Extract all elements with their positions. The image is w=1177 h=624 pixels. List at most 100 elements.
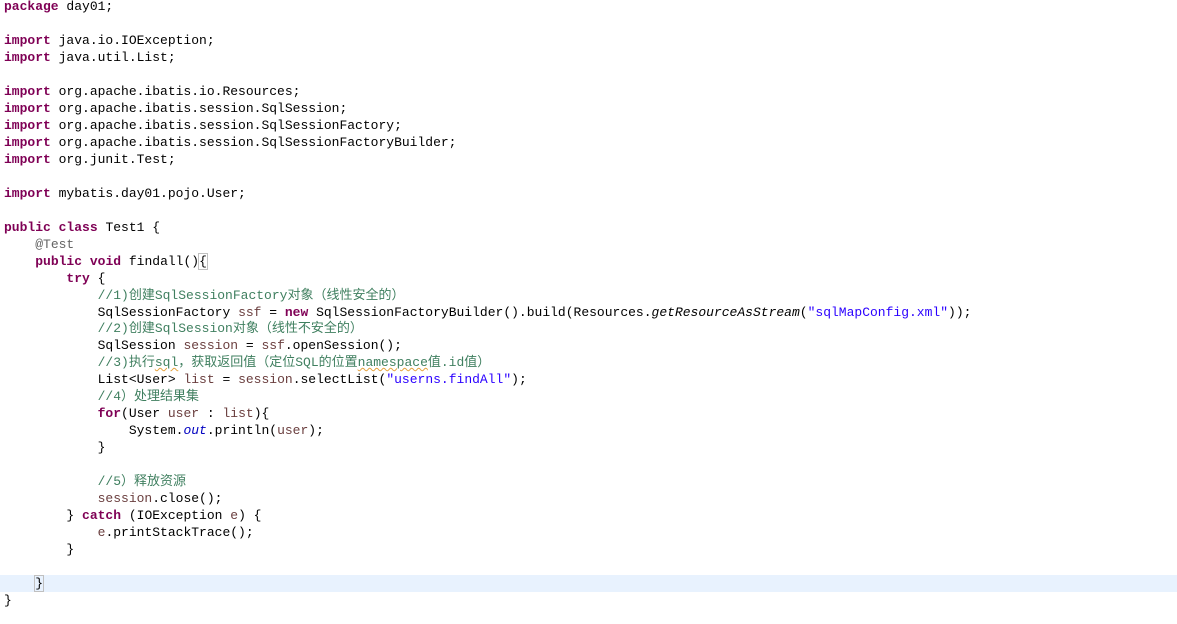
code-line-statement: SqlSession session = ssf.openSession(); [4,337,402,354]
matching-bracket: { [198,253,208,270]
type-name: List<User> [97,372,184,387]
code-line-current: } [0,575,1177,592]
code-line-import: import mybatis.day01.pojo.User; [4,185,246,202]
paren: ( [799,305,808,320]
comment-text: 值.id值） [427,355,491,370]
local-variable-ref: session [238,372,293,387]
code-line-import: import java.util.List; [4,49,176,66]
import-path: org.apache.ibatis.session.SqlSessionFact… [50,135,457,150]
keyword-public: public [4,220,51,235]
keyword-import: import [4,84,51,99]
method-call: .selectList( [292,372,387,387]
static-method: getResourceAsStream [651,305,800,320]
import-path: java.util.List; [50,50,176,65]
code-line-statement: SqlSessionFactory ssf = new SqlSessionFa… [4,304,972,321]
local-variable: ssf [238,305,262,320]
for-close: ){ [253,406,270,421]
static-field: out [183,423,207,438]
assign-op: = [261,305,285,320]
local-variable: list [183,372,215,387]
close-brace: } [4,593,12,608]
catch-close: ) { [238,508,262,523]
code-line-statement: System.out.println(user); [4,422,324,439]
type-name: SqlSession [97,338,184,353]
class-name: Test1 { [97,220,161,235]
code-line-comment: //3)执行sql，获取返回值（定位SQL的位置namespace值.id值） [4,354,491,371]
code-line-brace: } [4,592,12,609]
code-line-class-declaration: public class Test1 { [4,219,160,236]
keyword-for: for [97,406,122,421]
keyword-catch: catch [82,508,122,523]
package-name: day01; [58,0,114,14]
local-variable: e [230,508,239,523]
local-variable-ref: session [97,491,153,506]
code-editor[interactable]: package day01; import java.io.IOExceptio… [0,0,1177,624]
local-variable: session [183,338,239,353]
code-line-statement: session.close(); [4,490,223,507]
import-path: mybatis.day01.pojo.User; [50,186,246,201]
keyword-import: import [4,135,51,150]
import-path: org.apache.ibatis.session.SqlSession; [50,101,348,116]
code-line-annotation: @Test [4,236,74,253]
catch-brace: } [66,508,83,523]
keyword-import: import [4,101,51,116]
keyword-import: import [4,50,51,65]
assign-op: = [214,372,239,387]
keyword-import: import [4,118,51,133]
for-colon: : [199,406,223,421]
code-line-comment: //2)创建SqlSession对象（线性不安全的） [4,320,363,337]
statement-end: )); [948,305,972,320]
for-open: (User [121,406,168,421]
import-path: java.io.IOException; [50,33,215,48]
expression: SqlSessionFactoryBuilder().build(Resourc… [308,305,652,320]
annotation-test: @Test [35,237,75,252]
type-name: SqlSessionFactory [97,305,239,320]
class-ref: System. [128,423,184,438]
keyword-import: import [4,186,51,201]
code-line-for: for(User user : list){ [4,405,270,422]
code-line-import: import org.apache.ibatis.io.Resources; [4,83,300,100]
code-line-import: import java.io.IOException; [4,32,215,49]
code-line-import: import org.junit.Test; [4,151,176,168]
keyword-void: void [89,254,122,269]
comment-text: //3)执行 [97,355,155,370]
try-brace: { [89,271,106,286]
keyword-class: class [58,220,98,235]
code-line-import: import org.apache.ibatis.session.SqlSess… [4,117,402,134]
comment-step5: //5）释放资源 [97,474,187,489]
keyword-try: try [66,271,90,286]
close-brace: } [97,440,106,455]
matching-bracket: } [34,575,45,592]
code-line-import: import org.apache.ibatis.session.SqlSess… [4,134,456,151]
string-literal: "sqlMapConfig.xml" [807,305,949,320]
string-literal: "userns.findAll" [386,372,512,387]
keyword-import: import [4,152,51,167]
code-line-statement: List<User> list = session.selectList("us… [4,371,527,388]
catch-open: (IOException [121,508,231,523]
comment-step2: //2)创建SqlSession对象（线性不安全的） [97,321,363,336]
import-path: org.apache.ibatis.io.Resources; [50,84,301,99]
local-variable: user [167,406,200,421]
statement-end: ); [511,372,527,387]
local-variable-ref: ssf [261,338,285,353]
code-line-brace: } [4,541,74,558]
statement-end: ); [308,423,324,438]
comment-text: ，获取返回值（定位SQL的位置 [178,355,358,370]
comment-step4: //4）处理结果集 [97,389,200,404]
code-line-import: import org.apache.ibatis.session.SqlSess… [4,100,347,117]
import-path: org.junit.Test; [50,152,176,167]
close-brace: } [66,542,75,557]
code-line-comment: //5）释放资源 [4,473,186,490]
local-variable-ref: list [222,406,254,421]
code-line-package: package day01; [4,0,113,15]
expression: .openSession(); [284,338,402,353]
method-call: .close(); [152,491,223,506]
spell-warning-text: sql [154,355,179,370]
method-name: findall() [121,254,200,269]
keyword-package: package [4,0,59,14]
keyword-new: new [284,305,309,320]
spell-warning-text: namespace [357,355,428,370]
comment-step3: //3)执行sql，获取返回值（定位SQL的位置namespace值.id值） [98,355,491,370]
comment-step1: //1)创建SqlSessionFactory对象（线性安全的） [97,288,405,303]
method-call: .println( [206,423,278,438]
